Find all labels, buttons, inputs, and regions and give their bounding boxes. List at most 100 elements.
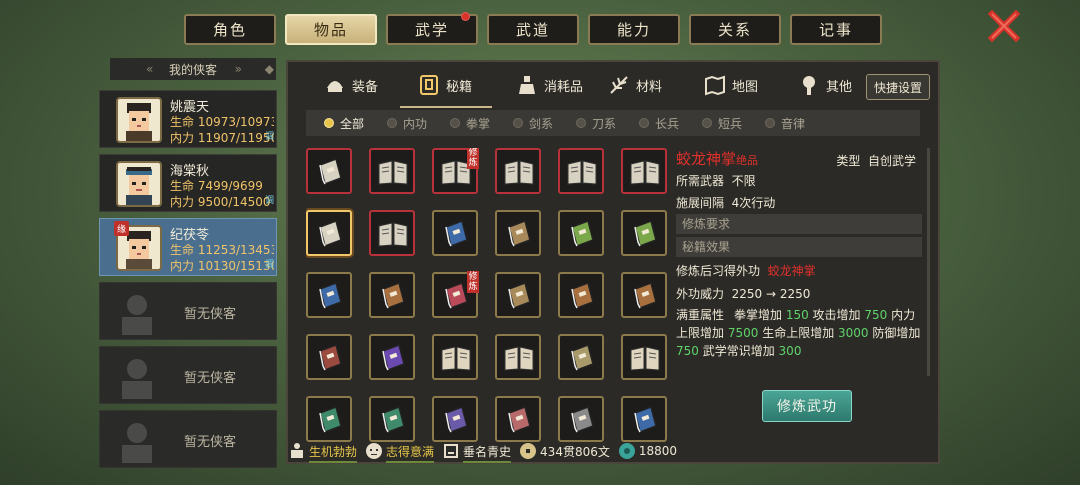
radio-dot-icon (576, 118, 586, 128)
manual-item-slot[interactable] (621, 334, 667, 380)
manual-item-slot[interactable] (432, 334, 478, 380)
manual-item-slot[interactable] (306, 148, 352, 194)
hero-card[interactable]: 姚震天 生命 10973/10973 内力 11907/11950 调 (99, 90, 277, 148)
manual-item-slot[interactable] (621, 210, 667, 256)
manual-item-slot[interactable] (621, 272, 667, 318)
open-book-icon (504, 160, 534, 185)
tab-martial-way[interactable]: 武道 (487, 14, 579, 45)
expand-icon[interactable]: ◆ (265, 62, 274, 76)
manual-item-slot[interactable] (558, 272, 604, 318)
manual-item-slot[interactable] (369, 272, 415, 318)
hero-card[interactable]: 海棠秋 生命 7499/9699 内力 9500/14500 调 (99, 154, 277, 212)
tab-items[interactable]: 物品 (285, 14, 377, 45)
avatar (116, 161, 162, 207)
radio-dot-icon (387, 118, 397, 128)
train-martial-art-button[interactable]: 修炼武功 (762, 390, 852, 422)
coin-icon (520, 443, 537, 459)
jade-status: 18800 (618, 442, 677, 460)
attr-value: 750 (864, 308, 888, 322)
filter-blade[interactable]: 刀系 (576, 115, 639, 132)
tab-journal[interactable]: 记事 (790, 14, 882, 45)
hero-tag: 调 (264, 260, 274, 270)
filter-long-weapon[interactable]: 长兵 (639, 115, 702, 132)
grid-scrollbar[interactable] (927, 148, 930, 376)
fame-status: 垂名青史 (442, 442, 512, 463)
body-icon (291, 443, 303, 458)
tab-consumables[interactable]: 消耗品 (516, 62, 583, 108)
hero-card[interactable]: 缘 纪茯苓 生命 11253/13453 内力 10130/15130 调 (99, 218, 277, 276)
helmet-icon (327, 81, 343, 92)
manual-name-text: 蛟龙神掌 (676, 150, 737, 168)
power-row: 外功威力 2250 → 2250 (676, 285, 810, 302)
manual-item-slot[interactable]: 修炼 (432, 271, 479, 318)
tab-martial-arts[interactable]: 武学 (386, 12, 478, 45)
filter-short-weapon[interactable]: 短兵 (702, 115, 765, 132)
attr-value: 300 (778, 344, 802, 358)
manual-item-slot[interactable] (495, 272, 541, 318)
filter-label: 长兵 (655, 116, 680, 131)
notification-dot (461, 12, 470, 21)
manual-item-slot[interactable] (306, 272, 352, 318)
manual-item-slot[interactable] (558, 210, 604, 256)
filter-all[interactable]: 全部 (324, 115, 387, 132)
close-icon[interactable] (986, 8, 1022, 44)
tab-character[interactable]: 角色 (184, 14, 276, 45)
learn-label: 修炼后习得外功 (676, 264, 761, 278)
manual-item-slot[interactable] (369, 396, 415, 442)
tab-manuals[interactable]: 秘籍 (400, 62, 492, 108)
filter-inner[interactable]: 内功 (387, 115, 450, 132)
tab-label: 秘籍 (446, 79, 473, 95)
manual-grade: 绝品 (736, 154, 759, 167)
tab-materials[interactable]: 材料 (608, 62, 662, 108)
manual-item-slot[interactable] (306, 334, 352, 380)
training-tag: 修炼 (467, 271, 479, 293)
item-category-tabs: 装备 秘籍 消耗品 材料 地图 其他 快捷设置 (288, 62, 938, 108)
manual-name: 蛟龙神掌绝品 (676, 148, 758, 169)
manual-item-slot[interactable] (558, 334, 604, 380)
radio-dot-icon (324, 118, 334, 128)
tab-relations[interactable]: 关系 (689, 14, 781, 45)
manual-item-slot[interactable] (369, 148, 415, 194)
empty-hero-slot[interactable]: 暂无侠客 (99, 410, 277, 468)
manual-item-slot[interactable] (306, 396, 352, 442)
open-book-icon (378, 160, 408, 185)
manual-item-slot[interactable] (558, 148, 604, 194)
manual-item-slot[interactable] (621, 396, 667, 442)
manual-item-slot[interactable] (495, 148, 541, 194)
chevron-left-icon[interactable]: « (146, 62, 153, 76)
manual-item-slot[interactable] (495, 210, 541, 256)
tab-equipment[interactable]: 装备 (324, 62, 378, 108)
roster-title-text: 我的侠客 (168, 62, 217, 77)
manual-item-slot[interactable] (432, 210, 478, 256)
manual-item-slot[interactable] (558, 396, 604, 442)
manual-item-slot[interactable]: 修炼 (432, 148, 479, 194)
filter-label: 短兵 (718, 116, 743, 131)
manual-item-slot[interactable] (432, 396, 478, 442)
filter-label: 剑系 (529, 116, 554, 131)
tab-other[interactable]: 其他 (798, 62, 852, 108)
open-book-icon (630, 346, 660, 371)
tab-label: 武学 (414, 21, 449, 39)
manual-item-slot[interactable] (495, 396, 541, 442)
filter-music[interactable]: 音律 (765, 115, 828, 132)
manual-book-icon (445, 406, 468, 433)
tab-abilities[interactable]: 能力 (588, 14, 680, 45)
open-book-icon (504, 346, 534, 371)
hero-hp: 生命 7499/9699 (170, 179, 263, 193)
quick-settings-button[interactable]: 快捷设置 (866, 74, 930, 100)
manual-book-icon (319, 220, 342, 247)
manual-item-slot[interactable] (369, 210, 415, 256)
manual-book-icon (382, 282, 405, 309)
manual-item-slot[interactable] (621, 148, 667, 194)
chevron-right-icon[interactable]: » (235, 62, 242, 76)
manual-item-slot[interactable] (369, 334, 415, 380)
filter-fist[interactable]: 拳掌 (450, 115, 513, 132)
empty-hero-slot[interactable]: 暂无侠客 (99, 346, 277, 404)
manual-book-icon (634, 220, 657, 247)
tab-map[interactable]: 地图 (704, 62, 758, 108)
manual-item-slot[interactable] (306, 210, 352, 256)
filter-sword[interactable]: 剑系 (513, 115, 576, 132)
empty-hero-slot[interactable]: 暂无侠客 (99, 282, 277, 340)
manual-item-slot[interactable] (495, 334, 541, 380)
attr-value: 150 (785, 308, 809, 322)
